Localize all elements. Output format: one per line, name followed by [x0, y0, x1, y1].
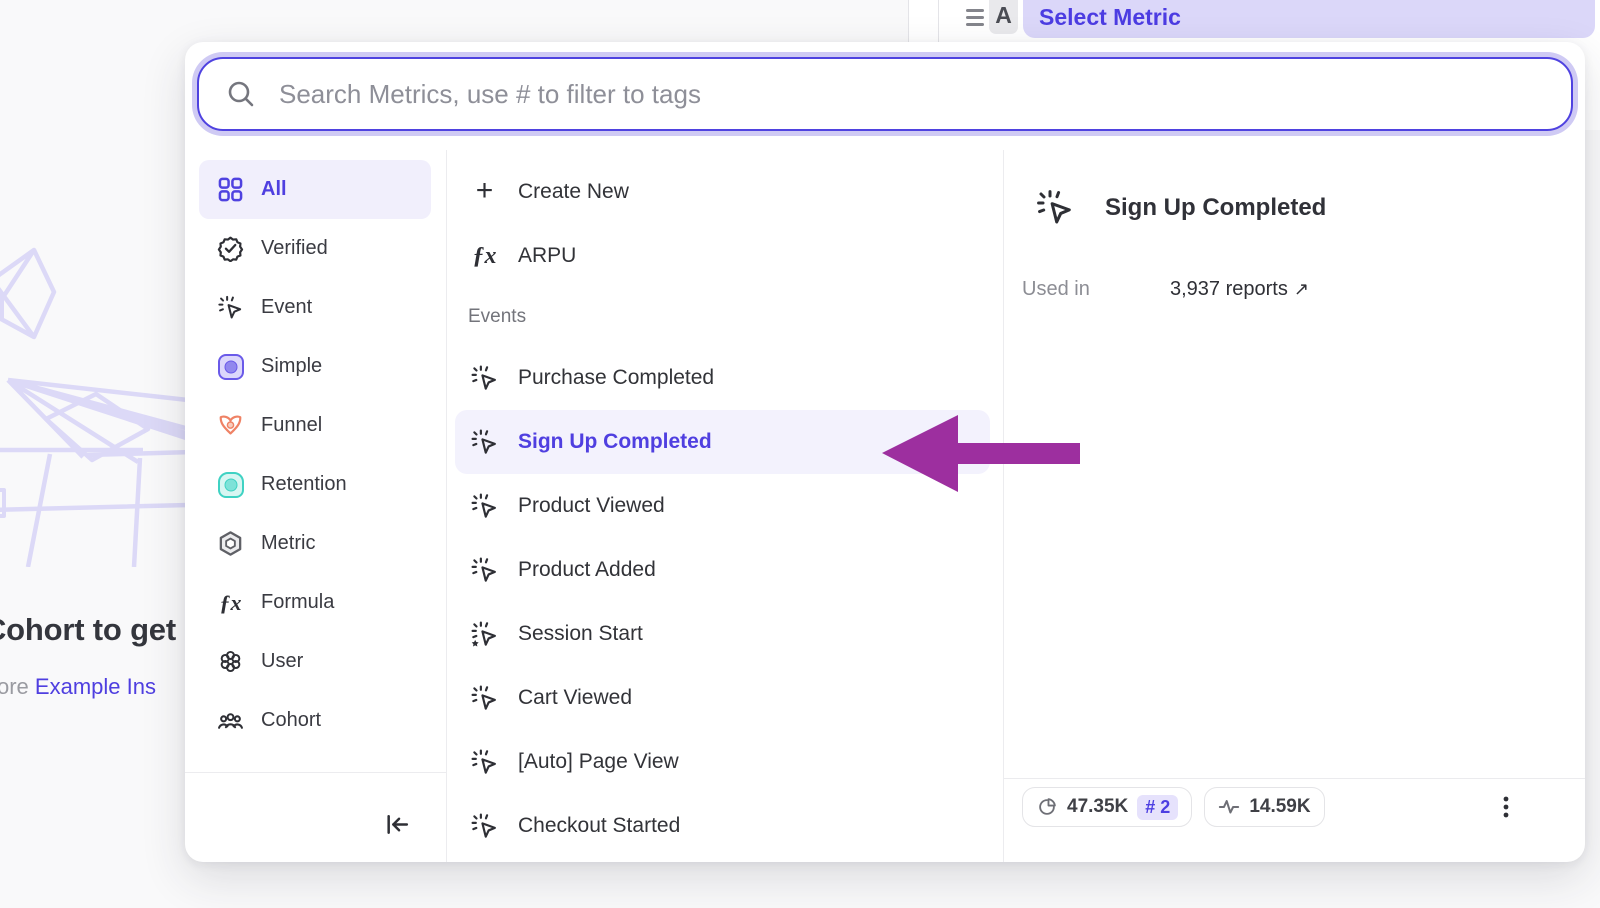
- select-metric-control[interactable]: Select Metric: [1023, 0, 1595, 38]
- sidebar-item-formula[interactable]: ƒx Formula: [199, 573, 431, 632]
- sidebar-item-verified[interactable]: Verified: [199, 219, 431, 278]
- detail-footer: 47.35K # 2 14.59K: [1004, 778, 1585, 862]
- search-bar[interactable]: [197, 57, 1573, 131]
- sidebar-divider: [446, 150, 447, 862]
- list-item-label: Session Start: [518, 622, 643, 646]
- list-item-sign-up-completed[interactable]: Sign Up Completed: [455, 410, 990, 474]
- sidebar-item-label: Retention: [261, 473, 347, 496]
- cursor-click-icon: [470, 812, 499, 841]
- search-icon: [225, 78, 257, 110]
- list-item-label: Product Added: [518, 558, 656, 582]
- stat-value: 47.35K: [1067, 796, 1128, 818]
- simple-icon: [217, 353, 244, 380]
- list-item-product-added[interactable]: Product Added: [455, 538, 990, 602]
- pie-chart-icon: [1036, 796, 1058, 818]
- sidebar-item-label: Formula: [261, 591, 334, 614]
- list-item-label: Sign Up Completed: [518, 430, 712, 454]
- collapse-icon: [384, 811, 411, 838]
- pulse-icon: [1218, 796, 1240, 818]
- rank-badge: # 2: [1137, 795, 1178, 820]
- list-item-product-viewed[interactable]: Product Viewed: [455, 474, 990, 538]
- search-input[interactable]: [279, 79, 1571, 110]
- metric-hexagon-icon: [217, 530, 244, 557]
- report-count-pill[interactable]: 47.35K # 2: [1022, 787, 1192, 827]
- list-item-label: ARPU: [518, 244, 576, 268]
- used-in-label: Used in: [1022, 278, 1170, 301]
- sidebar-item-label: Event: [261, 296, 312, 319]
- list-item-label: Purchase Completed: [518, 366, 714, 390]
- formula-fx-icon: ƒx: [217, 589, 244, 616]
- verified-badge-icon: [217, 235, 244, 262]
- sidebar-item-metric[interactable]: Metric: [199, 514, 431, 573]
- user-flower-icon: [217, 648, 244, 675]
- cursor-click-icon: [470, 428, 499, 457]
- series-a-badge: A: [989, 0, 1018, 34]
- list-item-label: [Auto] Page View: [518, 750, 679, 774]
- cursor-click-icon: [470, 492, 499, 521]
- used-in-row: Used in 3,937 reports↗: [1022, 278, 1562, 301]
- metric-detail-panel: Sign Up Completed Used in 3,937 reports↗…: [1004, 150, 1585, 862]
- cohort-people-icon: [217, 707, 244, 734]
- funnel-icon: [217, 412, 244, 439]
- list-item-label: Checkout Started: [518, 814, 680, 838]
- more-options-button[interactable]: [1489, 789, 1523, 825]
- sidebar-item-label: Funnel: [261, 414, 322, 437]
- list-item-auto-page-view[interactable]: [Auto] Page View: [455, 730, 990, 794]
- cursor-click-icon: [470, 556, 499, 585]
- metric-list: + Create New ƒx ARPU Events Purchase Com…: [455, 160, 990, 858]
- sidebar-footer-divider: [185, 772, 446, 773]
- events-section-header: Events: [455, 288, 990, 346]
- link-prefix-text: ore: [0, 674, 29, 699]
- sidebar-item-label: All: [261, 178, 287, 201]
- list-item-label: Cart Viewed: [518, 686, 632, 710]
- sidebar-item-label: Metric: [261, 532, 315, 555]
- plus-icon: +: [470, 178, 499, 207]
- sidebar-item-label: User: [261, 650, 303, 673]
- cursor-click-icon: [470, 364, 499, 393]
- example-insights-link[interactable]: Example Ins: [35, 674, 156, 699]
- cursor-click-icon: [1035, 188, 1075, 228]
- grid-icon: [217, 176, 244, 203]
- create-new-button[interactable]: + Create New: [455, 160, 990, 224]
- used-in-reports-link[interactable]: 3,937 reports↗: [1170, 278, 1309, 301]
- list-item-checkout-started[interactable]: Checkout Started: [455, 794, 990, 858]
- list-item-label: Product Viewed: [518, 494, 665, 518]
- sidebar-item-retention[interactable]: Retention: [199, 455, 431, 514]
- sidebar-item-all[interactable]: All: [199, 160, 431, 219]
- sidebar-item-simple[interactable]: Simple: [199, 337, 431, 396]
- list-item-purchase-completed[interactable]: Purchase Completed: [455, 346, 990, 410]
- cursor-click-icon: [470, 684, 499, 713]
- background-heading-fragment: Cohort to get s: [0, 612, 201, 648]
- cursor-click-star-icon: [470, 620, 499, 649]
- list-item-label: Create New: [518, 180, 629, 204]
- background-link-line: ore Example Ins: [0, 674, 156, 700]
- select-metric-label: Select Metric: [1039, 4, 1181, 31]
- cursor-click-icon: [470, 748, 499, 777]
- sidebar-item-cohort[interactable]: Cohort: [199, 691, 431, 750]
- card-divider: [938, 0, 939, 44]
- type-filter-sidebar: All Verified Event Simple Funnel Retenti…: [199, 160, 431, 750]
- list-item-cart-viewed[interactable]: Cart Viewed: [455, 666, 990, 730]
- activity-count-pill[interactable]: 14.59K: [1204, 787, 1324, 827]
- retention-icon: [217, 471, 244, 498]
- drag-handle-icon[interactable]: [966, 9, 984, 31]
- stat-value: 14.59K: [1249, 796, 1310, 818]
- list-item-session-start[interactable]: Session Start: [455, 602, 990, 666]
- sidebar-item-label: Cohort: [261, 709, 321, 732]
- sidebar-item-label: Verified: [261, 237, 328, 260]
- detail-title: Sign Up Completed: [1105, 188, 1326, 222]
- screen: Cohort to get s ore Example Ins A Select…: [0, 0, 1600, 908]
- sidebar-item-funnel[interactable]: Funnel: [199, 396, 431, 455]
- collapse-sidebar-button[interactable]: [377, 804, 417, 844]
- external-link-arrow-icon: ↗: [1294, 279, 1309, 299]
- formula-fx-icon: ƒx: [470, 242, 499, 271]
- cursor-click-icon: [217, 294, 244, 321]
- kebab-icon: [1493, 794, 1519, 820]
- metric-picker-modal: All Verified Event Simple Funnel Retenti…: [185, 42, 1585, 862]
- list-item-arpu[interactable]: ƒx ARPU: [455, 224, 990, 288]
- sidebar-item-user[interactable]: User: [199, 632, 431, 691]
- sidebar-item-event[interactable]: Event: [199, 278, 431, 337]
- sidebar-item-label: Simple: [261, 355, 322, 378]
